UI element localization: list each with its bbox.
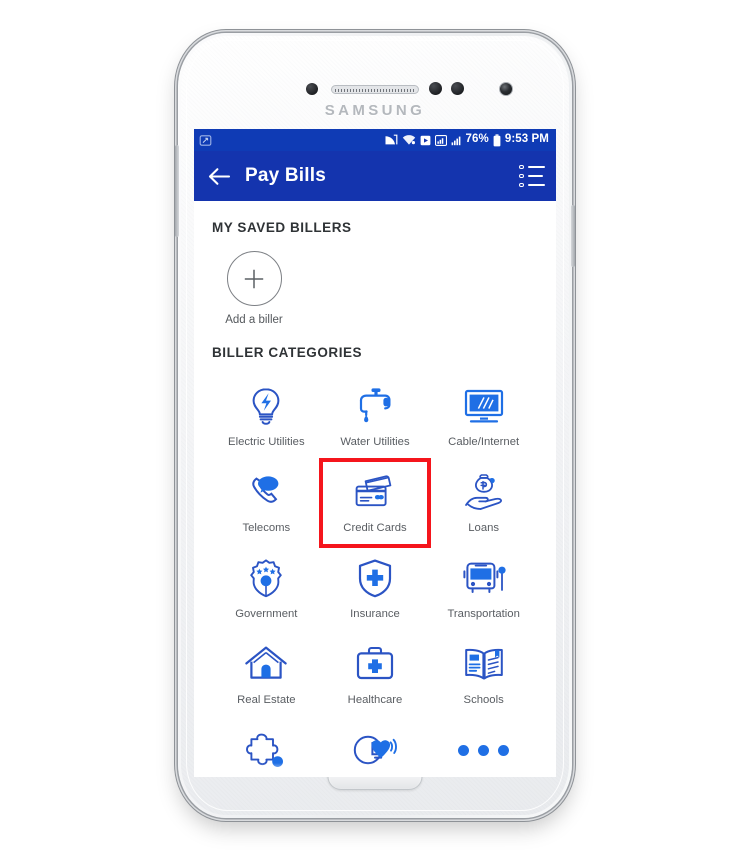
saved-billers-heading: MY SAVED BILLERS: [212, 220, 352, 235]
bus-icon: [461, 557, 507, 599]
volume-button[interactable]: [175, 145, 179, 237]
list-menu-button[interactable]: [519, 164, 545, 188]
power-button[interactable]: [571, 205, 575, 267]
wifi-icon: [402, 135, 415, 145]
category-label: Schools: [463, 694, 504, 706]
category-label: Credit Cards: [343, 522, 407, 534]
category-tile-partial-charity[interactable]: [321, 718, 430, 777]
category-tile-transportation[interactable]: Transportation: [429, 546, 538, 632]
category-tile-healthcare[interactable]: Healthcare: [321, 632, 430, 718]
category-tile-water-utilities[interactable]: Water Utilities: [321, 374, 430, 460]
screenshot-icon: [199, 134, 212, 146]
category-tile-electric-utilities[interactable]: Electric Utilities: [212, 374, 321, 460]
category-label: Electric Utilities: [228, 436, 305, 448]
category-tile-real-estate[interactable]: Real Estate: [212, 632, 321, 718]
plus-icon: [244, 269, 264, 288]
category-label: Transportation: [447, 608, 520, 620]
page-content: MY SAVED BILLERS Add a biller BILLER CAT…: [194, 201, 556, 777]
category-label: Insurance: [350, 608, 400, 620]
category-tile-government[interactable]: Government: [212, 546, 321, 632]
ir-sensor-icon: [451, 82, 464, 95]
category-tile-loans[interactable]: Loans: [429, 460, 538, 546]
sd-card-icon: [420, 135, 430, 145]
menu-line: [527, 174, 543, 178]
status-bar-clock: 9:53 PM: [504, 133, 549, 146]
category-label: Telecoms: [242, 522, 291, 534]
signal-icon: [434, 134, 447, 146]
category-label: Loans: [468, 522, 500, 534]
more-dot: [498, 744, 510, 756]
biller-categories-grid: Electric Utilities Water Utilities Cable…: [212, 374, 538, 777]
category-tile-partial-puzzle[interactable]: [212, 718, 321, 777]
category-tile-more[interactable]: [429, 718, 538, 777]
menu-bullet: [519, 173, 524, 179]
phone-screen: 76% 9:53 PM Pay Bills MY SAVED BILLERS A…: [194, 129, 556, 777]
more-dots-icon: [458, 729, 510, 771]
category-tile-insurance[interactable]: Insurance: [321, 546, 430, 632]
earpiece-speaker: [331, 85, 419, 94]
category-tile-credit-cards[interactable]: Credit Cards: [318, 458, 432, 548]
category-tile-telecoms[interactable]: Telecoms: [212, 460, 321, 546]
category-tile-cable-internet[interactable]: Cable/Internet: [429, 374, 538, 460]
shield-cross-icon: [356, 557, 394, 599]
phone-chat-icon: [244, 471, 288, 513]
menu-bullet: [519, 182, 524, 188]
medical-kit-icon: [354, 643, 396, 685]
faucet-icon: [353, 385, 397, 427]
lightbulb-icon: [247, 385, 285, 427]
phone-device-frame: SAMSUNG 76% 9:53 PM Pay Bills MY SAVED B…: [175, 33, 575, 818]
app-bar: Pay Bills: [194, 151, 556, 201]
cast-icon: [385, 134, 397, 145]
battery-percentage: 76%: [465, 133, 489, 146]
add-biller-button[interactable]: Add a biller: [212, 251, 296, 326]
hand-money-bag-icon: [462, 471, 506, 513]
shield-stars-icon: [245, 557, 287, 599]
menu-bullet: [519, 164, 524, 170]
monitor-icon: [462, 385, 506, 427]
category-tile-schools[interactable]: Schools: [429, 632, 538, 718]
category-label: Healthcare: [347, 694, 403, 706]
more-dot: [458, 744, 470, 756]
more-dot: [478, 744, 490, 756]
list-menu-icon-row2: [519, 173, 545, 179]
page-title: Pay Bills: [245, 165, 327, 186]
status-bar: 76% 9:53 PM: [194, 129, 556, 151]
charity-heart-icon: [352, 729, 398, 771]
light-sensor-icon: [429, 82, 442, 95]
menu-line: [527, 165, 545, 169]
open-book-icon: [462, 643, 506, 685]
status-bar-right-icons: 76% 9:53 PM: [384, 134, 550, 147]
house-icon: [244, 643, 288, 685]
category-label: Government: [235, 608, 298, 620]
credit-card-icon: [352, 471, 398, 513]
battery-icon: [493, 133, 501, 146]
list-menu-icon-row3: [519, 182, 545, 188]
menu-line: [527, 183, 545, 187]
back-button[interactable]: [207, 164, 231, 188]
signal-secondary-icon: [451, 136, 460, 145]
list-menu-icon: [519, 164, 545, 170]
front-camera-icon: [499, 82, 513, 96]
saved-billers-list: Add a biller: [212, 251, 538, 326]
category-label: Water Utilities: [340, 436, 410, 448]
status-bar-left-icons: [199, 134, 212, 147]
category-label: Real Estate: [237, 694, 296, 706]
back-arrow-icon: [208, 167, 230, 185]
biller-categories-heading: BILLER CATEGORIES: [212, 345, 363, 360]
category-label: Cable/Internet: [448, 436, 520, 448]
add-biller-label: Add a biller: [225, 314, 283, 326]
add-biller-circle: [226, 251, 282, 306]
proximity-sensor-icon: [306, 83, 318, 95]
samsung-brand-logo: SAMSUNG: [324, 102, 426, 119]
puzzle-piece-icon: [246, 729, 286, 771]
